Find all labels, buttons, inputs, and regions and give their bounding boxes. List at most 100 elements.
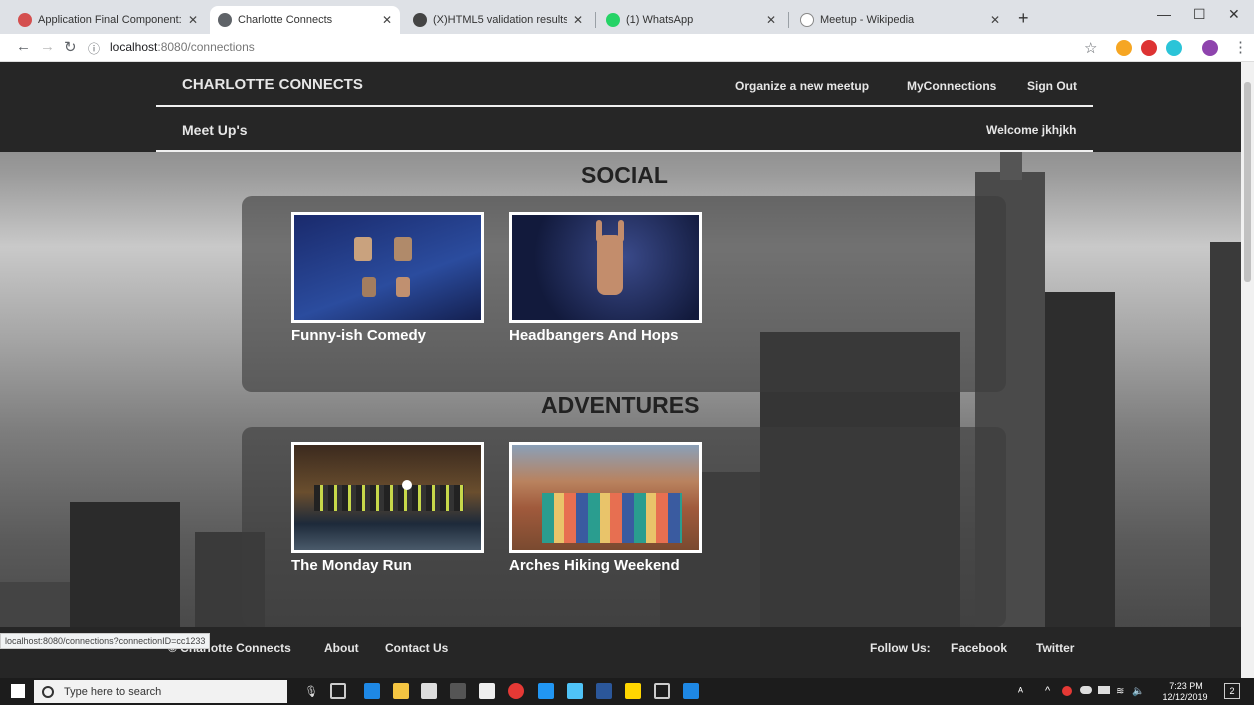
url-field[interactable]: localhost:8080/connections bbox=[110, 40, 255, 54]
profile-avatar[interactable] bbox=[1202, 40, 1218, 56]
maximize-icon[interactable]: ☐ bbox=[1193, 6, 1206, 23]
tray-app-icon[interactable] bbox=[1062, 686, 1072, 696]
photos-icon[interactable] bbox=[538, 683, 554, 699]
search-placeholder: Type here to search bbox=[64, 685, 162, 698]
tab-title: Application Final Component: 20 bbox=[38, 14, 182, 26]
page-scrollbar[interactable] bbox=[1241, 62, 1254, 678]
volume-icon[interactable]: 🔈 bbox=[1132, 686, 1144, 697]
tab-title: (X)HTML5 validation results bbox=[433, 14, 567, 26]
battery-icon[interactable] bbox=[1098, 686, 1110, 694]
tab-charlotte-connects[interactable]: Charlotte Connects ✕ bbox=[210, 6, 400, 34]
edge-icon[interactable] bbox=[364, 683, 380, 699]
extension-icon[interactable] bbox=[1116, 40, 1132, 56]
new-tab-button[interactable]: + bbox=[1018, 8, 1029, 29]
sticky-notes-icon[interactable] bbox=[625, 683, 641, 699]
tab-title: (1) WhatsApp bbox=[626, 14, 694, 26]
close-icon[interactable]: ✕ bbox=[990, 13, 1000, 27]
people-icon[interactable]: ᴬ bbox=[1018, 686, 1023, 698]
header-divider bbox=[156, 150, 1093, 152]
header-divider bbox=[156, 105, 1093, 107]
browser-tab-bar: Application Final Component: 20 ✕ Charlo… bbox=[0, 0, 1254, 34]
meetup-card[interactable]: The Monday Run bbox=[291, 442, 484, 576]
close-icon[interactable]: ✕ bbox=[188, 13, 198, 27]
chrome-icon[interactable] bbox=[508, 683, 524, 699]
close-icon[interactable]: ✕ bbox=[766, 13, 776, 27]
skyline-spire bbox=[1000, 150, 1022, 180]
meetup-title[interactable]: Arches Hiking Weekend bbox=[509, 556, 702, 576]
store-icon[interactable] bbox=[421, 683, 437, 699]
file-explorer-icon[interactable] bbox=[393, 683, 409, 699]
task-view-icon[interactable] bbox=[330, 683, 346, 699]
clock-time[interactable]: 7:23 PM bbox=[1164, 681, 1208, 691]
footer-facebook-link[interactable]: Facebook bbox=[951, 641, 1007, 655]
category-title-social: SOCIAL bbox=[581, 162, 668, 188]
app-favicon-icon bbox=[18, 13, 32, 27]
skyline-building bbox=[1045, 292, 1115, 678]
tab-title: Charlotte Connects bbox=[238, 14, 333, 26]
action-center-icon[interactable]: 2 bbox=[1224, 683, 1240, 699]
address-bar: ← → ↻ ⓘ localhost:8080/connections ☆ ⋮ bbox=[0, 34, 1254, 62]
skyline-building bbox=[1210, 242, 1241, 678]
clock-date[interactable]: 12/12/2019 bbox=[1161, 692, 1209, 702]
tab-divider bbox=[595, 12, 596, 28]
forward-arrow-icon[interactable]: → bbox=[40, 38, 55, 55]
minimize-icon[interactable]: — bbox=[1157, 6, 1171, 22]
meetup-card[interactable]: Arches Hiking Weekend bbox=[509, 442, 702, 576]
adblock-icon[interactable] bbox=[1141, 40, 1157, 56]
arches-hiking-image[interactable] bbox=[509, 442, 702, 553]
mail-icon[interactable] bbox=[479, 683, 495, 699]
taskbar-search-box[interactable]: Type here to search 🎙 bbox=[34, 680, 318, 703]
nav-sign-out[interactable]: Sign Out bbox=[1027, 79, 1077, 93]
network-icon[interactable]: ≋ bbox=[1116, 686, 1124, 697]
paint-icon[interactable] bbox=[567, 683, 583, 699]
whatsapp-icon bbox=[606, 13, 620, 27]
window-app-icon[interactable] bbox=[654, 683, 670, 699]
footer-about-link[interactable]: About bbox=[324, 641, 359, 655]
category-title-adventures: ADVENTURES bbox=[541, 392, 700, 418]
info-icon[interactable]: ⓘ bbox=[88, 40, 100, 57]
windows-start-icon[interactable] bbox=[11, 684, 25, 698]
nav-organize-meetup[interactable]: Organize a new meetup bbox=[735, 79, 869, 93]
page-viewport: CHARLOTTE CONNECTS Organize a new meetup… bbox=[0, 62, 1241, 678]
globe-icon bbox=[218, 13, 232, 27]
tab-meetup-wikipedia[interactable]: Meetup - Wikipedia ✕ bbox=[792, 6, 1008, 34]
footer-contact-link[interactable]: Contact Us bbox=[385, 641, 448, 655]
meetup-title[interactable]: Funny-ish Comedy bbox=[291, 326, 484, 346]
tray-chevron-icon[interactable]: ^ bbox=[1045, 685, 1050, 697]
site-header: CHARLOTTE CONNECTS Organize a new meetup… bbox=[0, 62, 1241, 152]
onedrive-icon[interactable] bbox=[1080, 686, 1092, 694]
extension-chat-icon[interactable] bbox=[1166, 40, 1182, 56]
reload-icon[interactable]: ↻ bbox=[64, 38, 77, 56]
close-icon[interactable]: ✕ bbox=[382, 13, 392, 27]
menu-kebab-icon[interactable]: ⋮ bbox=[1233, 38, 1248, 56]
microphone-icon[interactable]: 🎙 bbox=[304, 685, 318, 698]
tab-whatsapp[interactable]: (1) WhatsApp ✕ bbox=[598, 6, 784, 34]
footer-follow-label: Follow Us: bbox=[870, 641, 931, 655]
tab-divider bbox=[788, 12, 789, 28]
meetup-title[interactable]: Headbangers And Hops bbox=[509, 326, 702, 346]
comedy-show-image[interactable] bbox=[291, 212, 484, 323]
tab-validation-results[interactable]: (X)HTML5 validation results ✕ bbox=[405, 6, 591, 34]
validator-icon bbox=[413, 13, 427, 27]
window-close-icon[interactable]: ✕ bbox=[1228, 6, 1240, 23]
monday-run-image[interactable] bbox=[291, 442, 484, 553]
link-status-bar: localhost:8080/connections?connectionID=… bbox=[0, 633, 211, 649]
meetup-card[interactable]: Funny-ish Comedy bbox=[291, 212, 484, 346]
bookmark-star-icon[interactable]: ☆ bbox=[1084, 39, 1097, 57]
site-brand[interactable]: CHARLOTTE CONNECTS bbox=[182, 76, 363, 93]
vscode-icon[interactable] bbox=[683, 683, 699, 699]
back-arrow-icon[interactable]: ← bbox=[16, 38, 31, 55]
windows-taskbar: Type here to search 🎙 ᴬ ^ ≋ 🔈 7:23 PM 12… bbox=[0, 678, 1254, 705]
headbangers-image[interactable] bbox=[509, 212, 702, 323]
tab-application-final[interactable]: Application Final Component: 20 ✕ bbox=[10, 6, 206, 34]
wikipedia-icon bbox=[800, 13, 814, 27]
close-icon[interactable]: ✕ bbox=[573, 13, 583, 27]
wifi-app-icon[interactable] bbox=[450, 683, 466, 699]
welcome-text: Welcome jkhjkh bbox=[986, 123, 1077, 137]
word-icon[interactable] bbox=[596, 683, 612, 699]
meetup-card[interactable]: Headbangers And Hops bbox=[509, 212, 702, 346]
scrollbar-thumb[interactable] bbox=[1244, 82, 1251, 282]
nav-myconnections[interactable]: MyConnections bbox=[907, 79, 996, 93]
footer-twitter-link[interactable]: Twitter bbox=[1036, 641, 1074, 655]
meetup-title[interactable]: The Monday Run bbox=[291, 556, 484, 576]
